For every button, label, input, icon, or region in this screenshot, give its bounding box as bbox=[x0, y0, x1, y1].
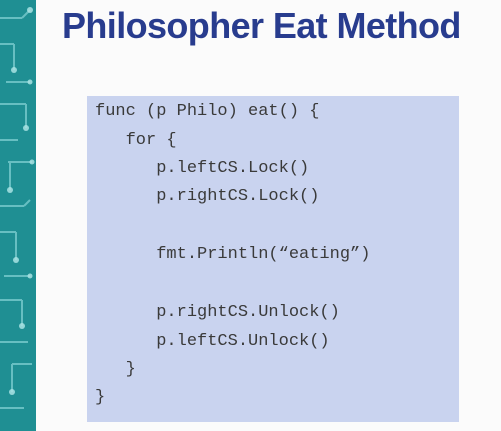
code-block: func (p Philo) eat() { for { p.leftCS.Lo… bbox=[87, 96, 459, 422]
code-line: fmt.Println(“eating”) bbox=[95, 245, 371, 264]
circuit-pattern-icon bbox=[0, 7, 35, 409]
code-line: for { bbox=[95, 131, 177, 150]
code-line: } bbox=[95, 388, 106, 407]
code-line: } bbox=[95, 360, 136, 379]
code-line: p.rightCS.Unlock() bbox=[95, 303, 340, 322]
code-line: p.leftCS.Unlock() bbox=[95, 332, 330, 351]
code-line: p.rightCS.Lock() bbox=[95, 187, 320, 206]
decorative-side-strip bbox=[0, 0, 36, 431]
slide-title: Philosopher Eat Method bbox=[62, 5, 461, 46]
code-line: func (p Philo) eat() { bbox=[95, 102, 320, 121]
code-line: p.leftCS.Lock() bbox=[95, 159, 310, 178]
